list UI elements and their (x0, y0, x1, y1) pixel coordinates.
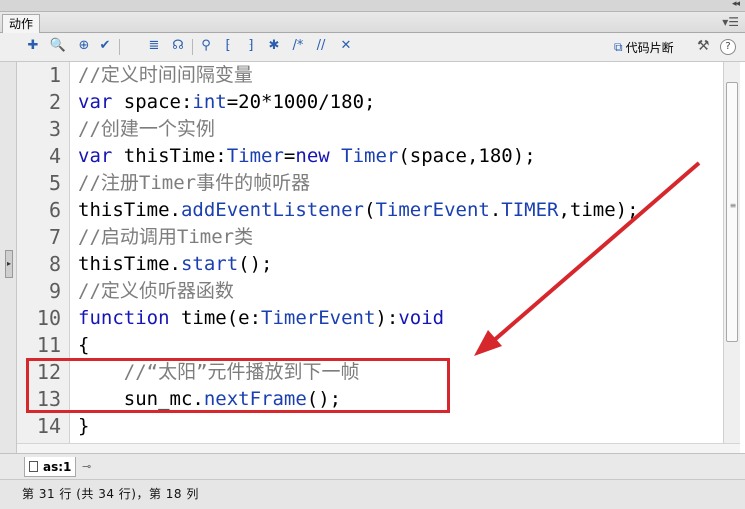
code-text: ,time); (558, 199, 639, 221)
help-icon[interactable]: ? (720, 39, 736, 55)
code-identifier: TimerEvent (375, 199, 490, 221)
code-comment: //启动调用Timer类 (78, 226, 254, 248)
vertical-scroll-thumb[interactable]: ≡ (726, 82, 738, 342)
line-number: 2 (48, 90, 61, 114)
horizontal-scrollbar[interactable] (17, 443, 740, 453)
code-text: (); (238, 253, 273, 275)
code-identifier: int (192, 91, 227, 113)
code-line[interactable]: //启动调用Timer类 (78, 224, 253, 251)
code-line[interactable]: { (78, 332, 89, 359)
code-identifier: Timer (226, 145, 284, 167)
code-text: space: (112, 91, 193, 113)
code-text: } (78, 415, 90, 437)
code-snippets-label: 代码片断 (625, 40, 674, 55)
code-comment: //创建一个实例 (78, 118, 215, 140)
collapse-panel-icon[interactable]: ◂◂ (732, 0, 740, 9)
find-icon[interactable]: 🔍 (50, 38, 66, 54)
panel-tab-strip: 动作 ▾☰ (0, 12, 745, 33)
line-number: 5 (48, 171, 61, 195)
status-bar: 第 31 行 (共 34 行)，第 18 列 (0, 479, 745, 509)
line-number: 14 (36, 414, 61, 438)
code-snippets-button[interactable]: ⧉ 代码片断 (614, 38, 674, 56)
code-comment: //注册Timer事件的帧听器 (78, 172, 311, 194)
script-tab-label: as:1 (43, 459, 72, 474)
code-identifier: start (180, 253, 239, 275)
annotation-highlight-box (26, 358, 450, 413)
panel-titlebar: ◂◂ (0, 0, 745, 12)
code-line[interactable]: var thisTime:Timer=new Timer(space,180); (78, 143, 536, 170)
code-line[interactable]: var space:int=20*1000/180; (78, 89, 375, 116)
line-number: 4 (48, 144, 61, 168)
code-line[interactable]: //注册Timer事件的帧听器 (78, 170, 310, 197)
panel-menu-icon[interactable]: ▾☰ (722, 15, 739, 29)
line-number: 3 (48, 117, 61, 141)
magic-wand-icon[interactable]: ⚒ (697, 38, 710, 54)
code-identifier: TimerEvent (261, 307, 376, 329)
collapse-selection-icon[interactable]: ⁆ (243, 38, 259, 54)
code-text: thisTime: (112, 145, 227, 167)
tab-actions[interactable]: 动作 (2, 14, 41, 33)
format-code-icon[interactable]: ≣ (146, 38, 162, 54)
code-comment: //定义侦听器函数 (78, 280, 234, 302)
snippets-icon: ⧉ (614, 39, 623, 54)
code-keyword: void (398, 307, 445, 329)
code-line[interactable]: //定义时间间隔变量 (78, 62, 253, 89)
line-number: 1 (48, 63, 61, 87)
code-identifier: TIMER (501, 199, 559, 221)
line-number: 8 (48, 252, 61, 276)
code-keyword: function (78, 307, 170, 329)
line-number: 10 (36, 306, 61, 330)
code-line[interactable]: thisTime.start(); (78, 251, 272, 278)
code-text: thisTime. (78, 253, 181, 275)
check-syntax-icon[interactable]: ✔ (97, 38, 113, 54)
code-text: . (489, 199, 502, 221)
code-text: ): (375, 307, 399, 329)
script-tab-as1[interactable]: as:1 (24, 457, 77, 477)
code-text: { (78, 334, 90, 356)
document-icon (29, 461, 38, 472)
apply-line-comment-icon[interactable]: // (313, 38, 329, 54)
debug-options-icon[interactable]: ⚲ (198, 38, 214, 54)
cursor-position-status: 第 31 行 (共 34 行)，第 18 列 (22, 487, 199, 501)
code-keyword: var (78, 145, 113, 167)
toolbar-separator (192, 39, 193, 55)
code-text: = (283, 145, 296, 167)
code-identifier: Timer (341, 145, 399, 167)
line-number: 7 (48, 225, 61, 249)
actions-toolbar: ✚ 🔍 ⊕ ✔ ≣ ☊ ⚲ ⁅ ⁆ ✱ /* // ✕ ⧉ 代码片断 ⚒ ? (0, 33, 745, 62)
expand-toolbox-handle[interactable]: ▸ (5, 250, 13, 278)
code-keyword: new (295, 145, 330, 167)
code-line[interactable]: //定义侦听器函数 (78, 278, 234, 305)
expand-all-icon[interactable]: ✱ (266, 38, 282, 54)
remove-comment-icon[interactable]: ✕ (338, 38, 354, 54)
apply-block-comment-icon[interactable]: /* (290, 38, 306, 54)
code-keyword: var (78, 91, 113, 113)
code-text: thisTime. (78, 199, 181, 221)
code-line[interactable]: //创建一个实例 (78, 116, 215, 143)
toolbar-separator (119, 39, 120, 55)
target-path-icon[interactable]: ⊕ (76, 38, 92, 54)
line-number: 6 (48, 198, 61, 222)
code-text: time(e: (169, 307, 262, 329)
line-number: 9 (48, 279, 61, 303)
line-number: 11 (36, 333, 61, 357)
add-statement-icon[interactable]: ✚ (25, 38, 41, 54)
collapse-between-braces-icon[interactable]: ⁅ (220, 38, 236, 54)
toolbox-collapse-strip: ▸ (0, 62, 17, 453)
scroll-grip-icon: ≡ (729, 201, 737, 210)
code-identifier: addEventListener (180, 199, 364, 221)
code-text: (space,180); (398, 145, 536, 167)
script-tab-strip: as:1 ⊸ (0, 453, 745, 479)
code-hint-icon[interactable]: ☊ (170, 38, 186, 54)
code-text: =20*1000/180; (226, 91, 376, 113)
code-line[interactable]: } (78, 413, 89, 440)
code-comment: //定义时间间隔变量 (78, 64, 253, 86)
code-text: ( (363, 199, 376, 221)
pin-script-icon[interactable]: ⊸ (82, 460, 91, 473)
vertical-scrollbar[interactable]: ≡ (723, 62, 740, 443)
code-line[interactable]: function time(e:TimerEvent):void (78, 305, 444, 332)
code-line[interactable]: thisTime.addEventListener(TimerEvent.TIM… (78, 197, 639, 224)
